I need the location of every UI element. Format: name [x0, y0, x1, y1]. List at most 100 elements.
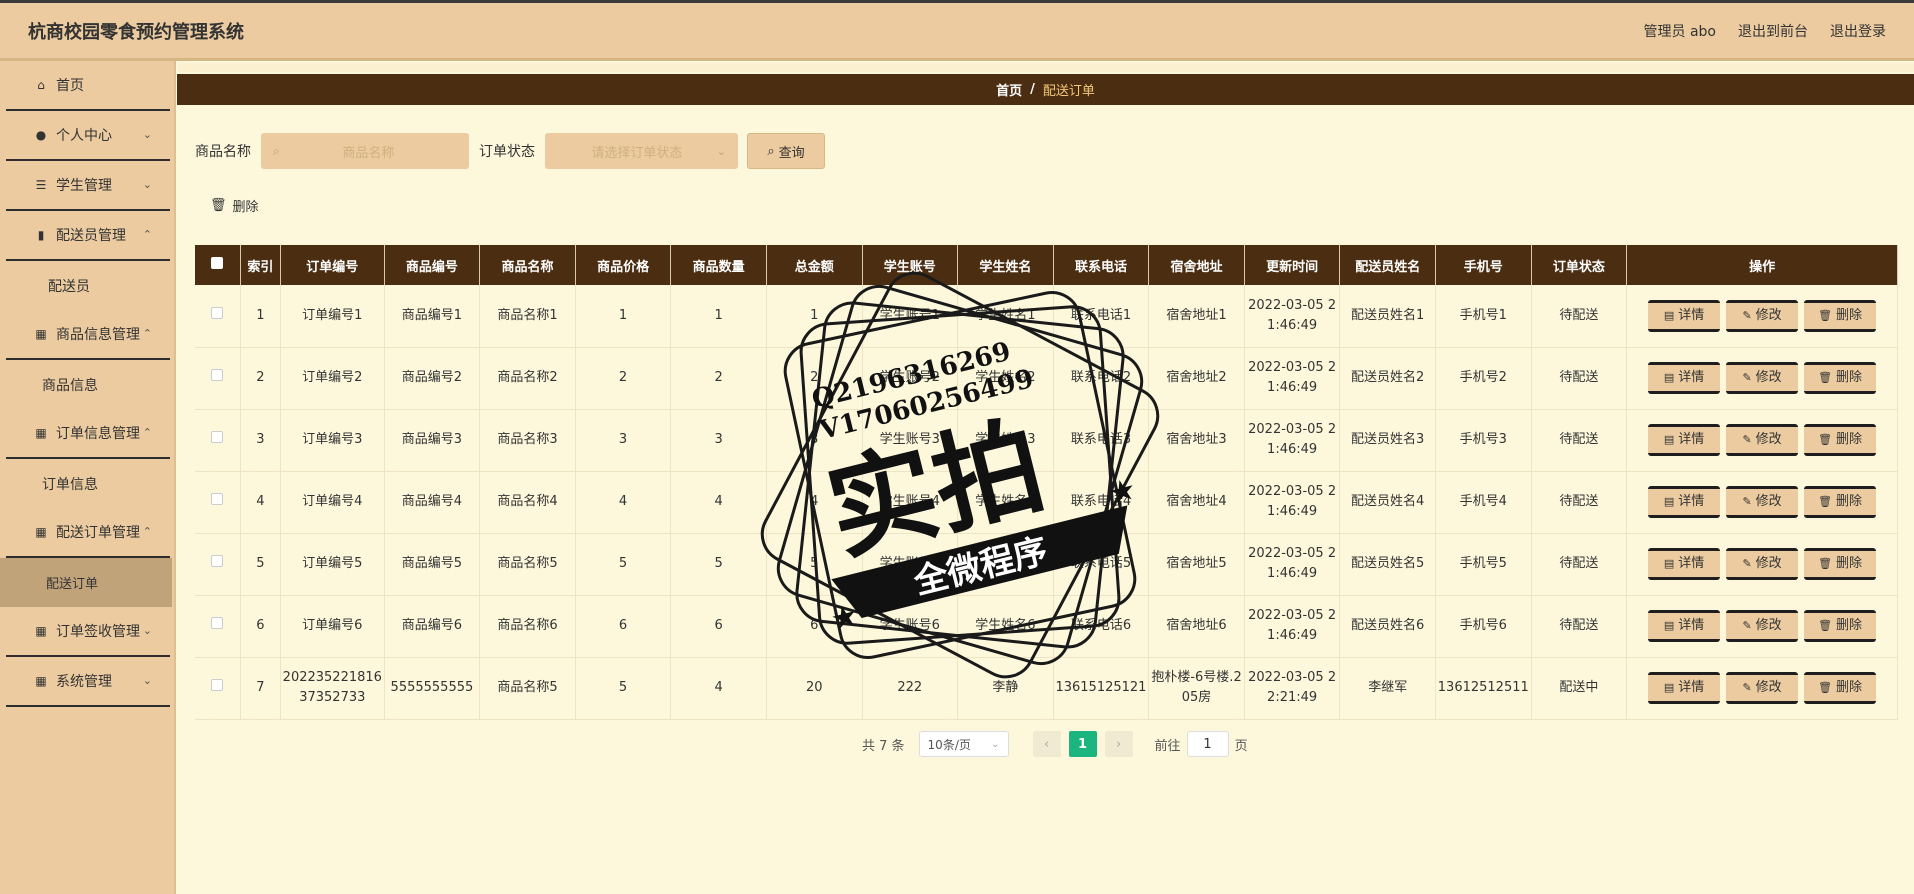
exit-to-front-link[interactable]: 退出到前台 — [1738, 21, 1808, 41]
main-top-strip — [178, 63, 1914, 72]
edit-button[interactable]: ✎ 修改 — [1726, 486, 1799, 518]
row-select-cell — [195, 595, 241, 658]
edit-button[interactable]: ✎ 修改 — [1726, 610, 1799, 642]
sidebar-item-delivery-order-management[interactable]: ▦ 配送订单管理 ⌃ — [6, 508, 170, 558]
detail-button[interactable]: ▤ 详情 — [1648, 362, 1721, 394]
table-cell: 联系电话4 — [1053, 471, 1150, 534]
select-all-checkbox[interactable] — [211, 257, 224, 269]
edit-button-label: 修改 — [1755, 618, 1782, 633]
row-checkbox[interactable] — [211, 493, 224, 505]
pencil-icon: ✎ — [1742, 495, 1752, 508]
detail-button[interactable]: ▤ 详情 — [1648, 299, 1721, 332]
breadcrumb-separator: / — [1030, 82, 1035, 97]
logout-link[interactable]: 退出登录 — [1830, 21, 1886, 41]
sidebar-subitem-delivery-order[interactable]: 配送订单 — [0, 558, 172, 607]
table-cell: 5555555555 — [384, 657, 481, 720]
table-row: 2 订单编号2 商品编号2 商品名称2 2 2 2 学生账号2 学生姓名2 联系电话2 宿舍地址2 2… — [195, 347, 1898, 410]
detail-button[interactable]: ▤ 详情 — [1648, 610, 1721, 642]
sidebar-item-home[interactable]: ⌂ 首页 — [6, 61, 170, 111]
row-checkbox[interactable] — [211, 431, 224, 443]
detail-button[interactable]: ▤ 详情 — [1648, 424, 1721, 456]
edit-button[interactable]: ✎ 修改 — [1726, 362, 1799, 394]
edit-button-label: 修改 — [1755, 370, 1782, 385]
delete-button[interactable]: 🗑 删除 — [1804, 610, 1877, 642]
delete-button[interactable]: 🗑 删除 — [1804, 486, 1877, 518]
edit-button[interactable]: ✎ 修改 — [1726, 424, 1799, 456]
sidebar-item-label: 商品信息管理 — [56, 327, 140, 343]
admin-user-label[interactable]: 管理员 abo — [1644, 21, 1716, 41]
row-checkbox[interactable] — [211, 555, 224, 567]
page-number-button[interactable]: 1 — [1068, 731, 1097, 757]
table-cell: 20223522181637352733 — [280, 657, 385, 720]
table-cell: 3 — [670, 409, 767, 472]
edit-button[interactable]: ✎ 修改 — [1726, 299, 1799, 332]
pencil-icon: ✎ — [1742, 433, 1752, 446]
sidebar-item-system-management[interactable]: ▦ 系统管理 ⌄ — [6, 657, 170, 707]
column-header: 索引 — [240, 245, 282, 285]
column-header: 手机号 — [1435, 245, 1532, 285]
sidebar-subitem-product-info[interactable]: 商品信息 — [0, 360, 174, 409]
order-status-select[interactable]: 请选择订单状态 ⌄ — [545, 133, 738, 169]
table-cell: 5 — [766, 533, 863, 596]
pencil-icon: ✎ — [1742, 681, 1752, 694]
table-cell: 商品编号4 — [384, 471, 481, 534]
query-button[interactable]: ⌕ 查询 — [747, 133, 825, 169]
edit-button[interactable]: ✎ 修改 — [1726, 672, 1799, 704]
delete-button[interactable]: 🗑 删除 — [1804, 362, 1877, 394]
row-checkbox[interactable] — [211, 617, 224, 629]
detail-button[interactable]: ▤ 详情 — [1648, 672, 1721, 704]
delete-button[interactable]: 🗑 删除 — [1804, 424, 1877, 456]
document-icon: ▤ — [1663, 433, 1675, 446]
sidebar-subitem-courier[interactable]: 配送员 — [0, 261, 174, 310]
delete-button-label: 删除 — [1836, 556, 1863, 571]
table-header-row: 索引 订单编号 商品编号 商品名称 商品价格 商品数量 总金额 学生账号 学生姓… — [195, 245, 1898, 285]
sidebar-item-label: 首页 — [56, 78, 84, 94]
table-cell: 待配送 — [1531, 347, 1628, 410]
goto-page-input[interactable]: 1 — [1186, 731, 1229, 757]
delete-button-label: 删除 — [1836, 680, 1863, 695]
table-cell: 学生账号4 — [862, 471, 959, 534]
table-cell: 宿舍地址3 — [1148, 409, 1245, 472]
product-name-input[interactable]: ⌕ 商品名称 — [261, 133, 469, 169]
delete-button[interactable]: 🗑 删除 — [1804, 672, 1877, 704]
chevron-down-icon: ⌄ — [142, 674, 152, 687]
table-cell: 学生姓名2 — [957, 347, 1054, 410]
table-cell: 学生姓名6 — [957, 595, 1054, 658]
table-row: 7 20223522181637352733 5555555555 商品名称5 5 4 20… — [195, 657, 1898, 720]
sidebar-item-student-management[interactable]: ☰ 学生管理 ⌄ — [6, 161, 170, 211]
table-cell: 13612512511 — [1435, 657, 1532, 720]
sidebar-item-order-management[interactable]: ▦ 订单信息管理 ⌃ — [6, 409, 170, 459]
delete-button[interactable]: 🗑 删除 — [1804, 299, 1877, 332]
sidebar-item-personal-center[interactable]: ● 个人中心 ⌄ — [6, 111, 170, 161]
table-cell: 2022-03-05 21:46:49 — [1244, 347, 1341, 410]
table-cell: 2 — [240, 347, 282, 410]
row-checkbox[interactable] — [211, 306, 224, 319]
sidebar-item-product-management[interactable]: ▦ 商品信息管理 ⌃ — [6, 310, 170, 360]
breadcrumb-home[interactable]: 首页 — [996, 80, 1022, 99]
table-cell: 3 — [766, 409, 863, 472]
list-icon: ☰ — [35, 178, 47, 192]
detail-button[interactable]: ▤ 详情 — [1648, 548, 1721, 580]
row-checkbox[interactable] — [211, 369, 224, 381]
chevron-left-icon: ‹ — [1043, 736, 1050, 752]
table-cell: 商品名称2 — [479, 347, 576, 410]
sidebar-item-order-receipt-management[interactable]: ▦ 订单签收管理 ⌄ — [6, 607, 170, 657]
detail-button[interactable]: ▤ 详情 — [1648, 486, 1721, 518]
page-size-select[interactable]: 10条/页 ⌄ — [918, 731, 1009, 757]
delete-button[interactable]: 🗑 删除 — [1804, 548, 1877, 580]
sidebar-item-courier-management[interactable]: ▮ 配送员管理 ⌃ — [6, 211, 170, 261]
batch-delete-button[interactable]: 🗑 删除 — [210, 196, 259, 215]
table-cell: 1 — [670, 285, 767, 348]
chevron-right-icon: › — [1115, 736, 1122, 752]
row-select-cell — [195, 409, 241, 472]
table-cell: 联系电话2 — [1053, 347, 1150, 410]
document-icon: ▤ — [1663, 371, 1675, 384]
prev-page-button[interactable]: ‹ — [1032, 731, 1061, 757]
sidebar-subitem-order-info[interactable]: 订单信息 — [0, 459, 174, 508]
trash-icon: 🗑 — [1818, 681, 1833, 694]
next-page-button[interactable]: › — [1104, 731, 1133, 757]
row-actions: ▤ 详情 ✎ 修改 🗑 删除 — [1627, 672, 1897, 704]
row-checkbox[interactable] — [211, 679, 224, 691]
row-actions-cell: ▤ 详情 ✎ 修改 🗑 删除 — [1626, 533, 1898, 596]
edit-button[interactable]: ✎ 修改 — [1726, 548, 1799, 580]
